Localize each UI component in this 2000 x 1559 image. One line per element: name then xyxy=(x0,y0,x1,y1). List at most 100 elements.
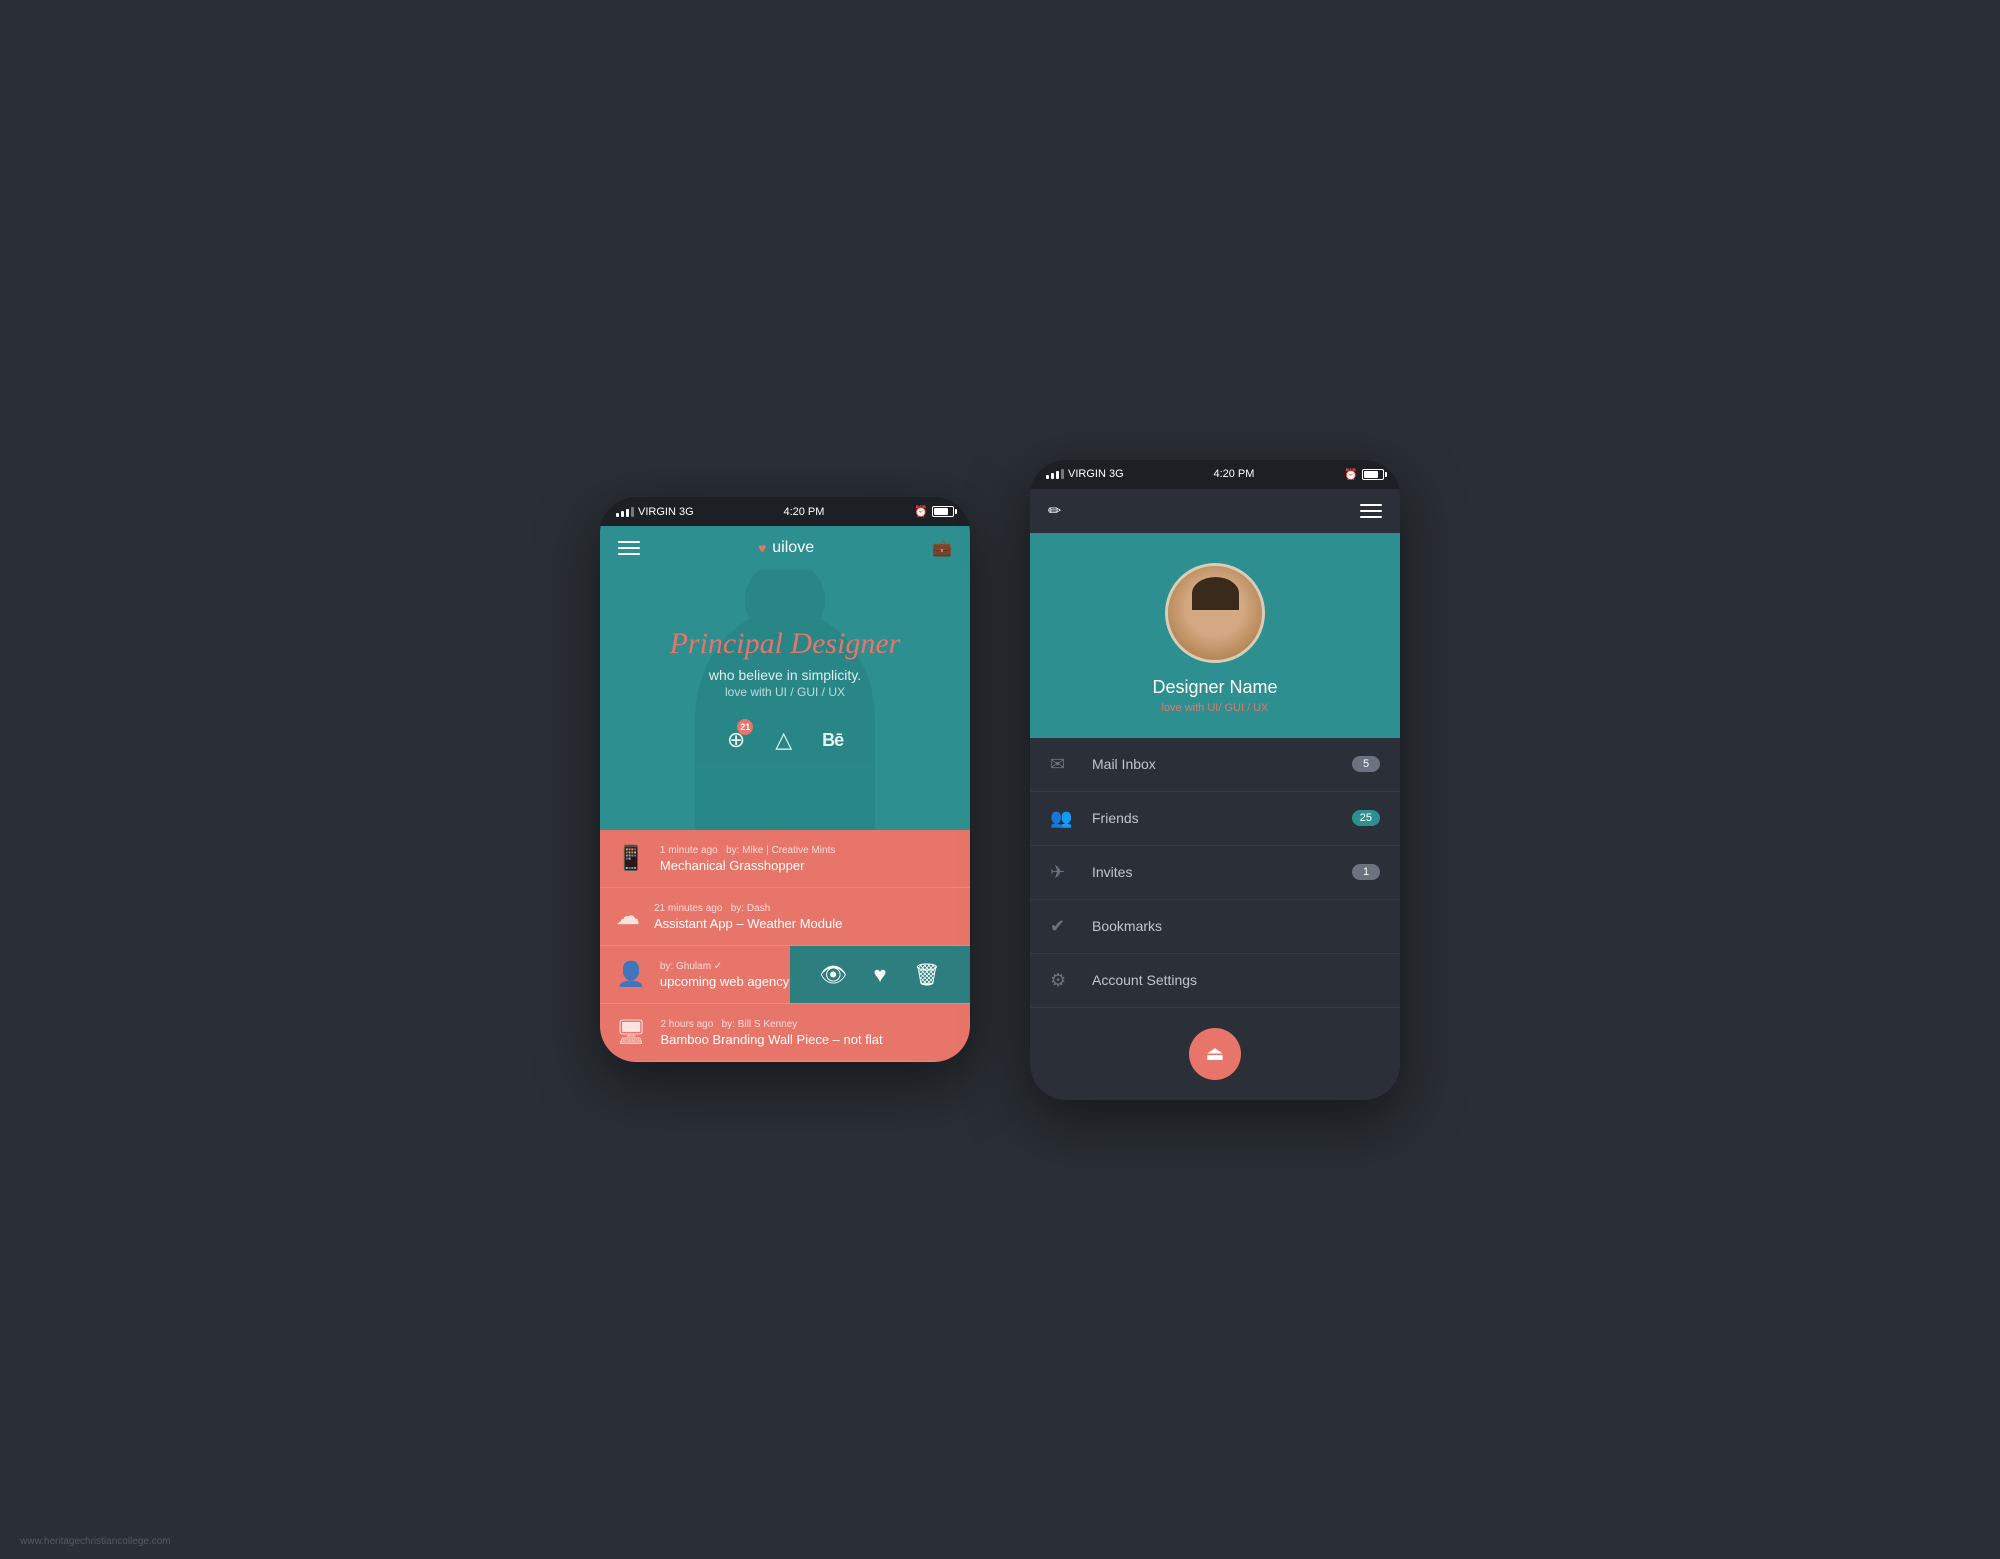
signal-bar xyxy=(1061,469,1064,479)
feed-title-1: Mechanical Grasshopper xyxy=(660,858,954,873)
battery-1 xyxy=(932,506,954,517)
signal-bar xyxy=(1051,473,1054,479)
edit-icon[interactable]: ✏ xyxy=(1048,501,1061,521)
dribbble-icon: ⊕ xyxy=(727,727,745,752)
menu-item-friends[interactable]: 👥 Friends 25 xyxy=(1030,792,1400,846)
hero-title-accent: Designer xyxy=(790,627,900,660)
settings-icon: ⚙ xyxy=(1050,970,1082,991)
status-bar-1: VIRGIN 3G 4:20 PM ⏰ xyxy=(600,497,970,526)
feed-title-4: Bamboo Branding Wall Piece – not flat xyxy=(660,1032,954,1047)
hamburger-icon[interactable] xyxy=(618,541,640,555)
signal-bar xyxy=(1056,471,1059,479)
battery-2 xyxy=(1362,469,1384,480)
logout-icon: ⏏ xyxy=(1206,1041,1225,1066)
profile-tagline: love with UI/ GUI / UX xyxy=(1162,702,1269,714)
feed-item-1[interactable]: 📱 1 minute ago by: Mike | Creative Mints… xyxy=(600,830,970,888)
time-1: 4:20 PM xyxy=(783,506,824,518)
profile-section: Designer Name love with UI/ GUI / UX xyxy=(1030,533,1400,738)
watermark: www.heritagechristiancollege.com xyxy=(20,1536,171,1547)
feed-icon-cloud: ☁ xyxy=(616,902,640,931)
swipe-actions: 👁 ♥ 🗑 xyxy=(790,946,970,1003)
signal-bar xyxy=(616,513,619,517)
feed-item-3[interactable]: 👤 by: Ghulam ✓ upcoming web agency 👁 ♥ 🗑 xyxy=(600,946,970,1004)
feed-list: 📱 1 minute ago by: Mike | Creative Mints… xyxy=(600,830,970,1062)
invites-icon: ✈ xyxy=(1050,862,1082,883)
feed-item-content-4: 2 hours ago by: Bill S Kenney Bamboo Bra… xyxy=(660,1019,954,1047)
signal-bars-1 xyxy=(616,507,634,517)
status-left-1: VIRGIN 3G xyxy=(616,506,694,518)
signal-bar xyxy=(1046,475,1049,479)
phone-1: VIRGIN 3G 4:20 PM ⏰ ♥ uilove 💼 xyxy=(600,497,970,1062)
menu-label-friends: Friends xyxy=(1092,810,1352,826)
avatar xyxy=(1165,563,1265,663)
menu-item-settings[interactable]: ⚙ Account Settings xyxy=(1030,954,1400,1008)
logo-text: uilove xyxy=(772,539,814,557)
sketch-icon-wrap[interactable]: △ xyxy=(775,727,792,753)
signal-bar xyxy=(626,509,629,517)
social-row: 21 ⊕ △ Bē xyxy=(727,713,843,773)
phones-container: VIRGIN 3G 4:20 PM ⏰ ♥ uilove 💼 xyxy=(600,460,1400,1100)
signal-bar xyxy=(631,507,634,517)
menu-label-invites: Invites xyxy=(1092,864,1352,880)
clock-icon: ⏰ xyxy=(914,505,928,518)
avatar-face xyxy=(1168,566,1262,660)
view-action-btn[interactable]: 👁 xyxy=(819,962,847,988)
nav-logo: ♥ uilove xyxy=(758,539,814,557)
feed-item-content-2: 21 minutes ago by: Dash Assistant App – … xyxy=(654,903,954,931)
menu-label-bookmarks: Bookmarks xyxy=(1092,918,1380,934)
menu-item-invites[interactable]: ✈ Invites 1 xyxy=(1030,846,1400,900)
nav-bar-1: ♥ uilove 💼 xyxy=(600,526,970,570)
hero-tagline: love with UI / GUI / UX xyxy=(725,685,845,699)
feed-meta-2: 21 minutes ago by: Dash xyxy=(654,903,954,914)
signal-bar xyxy=(621,511,624,517)
hero-subtitle: who believe in simplicity. xyxy=(709,667,861,683)
status-bar-2: VIRGIN 3G 4:20 PM ⏰ xyxy=(1030,460,1400,489)
hamburger-icon-2[interactable] xyxy=(1360,504,1382,518)
status-right-2: ⏰ xyxy=(1344,468,1384,481)
menu-item-bookmarks[interactable]: ✔ Bookmarks xyxy=(1030,900,1400,954)
behance-icon-wrap[interactable]: Bē xyxy=(822,730,843,751)
delete-action-btn[interactable]: 🗑 xyxy=(913,962,941,988)
bookmarks-icon: ✔ xyxy=(1050,916,1082,937)
dribbble-icon-wrap[interactable]: 21 ⊕ xyxy=(727,727,745,753)
like-action-btn[interactable]: ♥ xyxy=(873,962,886,988)
status-right-1: ⏰ xyxy=(914,505,954,518)
feed-meta-1: 1 minute ago by: Mike | Creative Mints xyxy=(660,845,954,856)
hero-section: Principal Designer who believe in simpli… xyxy=(600,570,970,830)
behance-icon: Bē xyxy=(822,730,843,750)
menu-list: ✉ Mail Inbox 5 👥 Friends 25 ✈ Invites 1 … xyxy=(1030,738,1400,1008)
mail-icon: ✉ xyxy=(1050,754,1082,775)
hero-heading: Principal Designer xyxy=(670,627,901,661)
friends-icon: 👥 xyxy=(1050,808,1082,829)
signal-bars-2 xyxy=(1046,469,1064,479)
feed-item-2[interactable]: ☁ 21 minutes ago by: Dash Assistant App … xyxy=(600,888,970,946)
heart-icon: ♥ xyxy=(758,540,766,556)
feed-meta-4: 2 hours ago by: Bill S Kenney xyxy=(660,1019,954,1030)
mail-badge: 5 xyxy=(1352,756,1380,772)
phone-2: VIRGIN 3G 4:20 PM ⏰ ✏ Designer Name love… xyxy=(1030,460,1400,1100)
friends-badge: 25 xyxy=(1352,810,1380,826)
feed-icon-user: 👤 xyxy=(616,960,646,989)
hero-bg xyxy=(600,570,970,830)
invites-badge: 1 xyxy=(1352,864,1380,880)
status-left-2: VIRGIN 3G xyxy=(1046,468,1124,480)
clock-icon-2: ⏰ xyxy=(1344,468,1358,481)
feed-item-4[interactable]: 🖥 2 hours ago by: Bill S Kenney Bamboo B… xyxy=(600,1004,970,1062)
feed-title-2: Assistant App – Weather Module xyxy=(654,916,954,931)
hero-title: Principal Designer xyxy=(670,627,901,661)
time-2: 4:20 PM xyxy=(1213,468,1254,480)
top-bar-2: ✏ xyxy=(1030,489,1400,533)
menu-item-mail[interactable]: ✉ Mail Inbox 5 xyxy=(1030,738,1400,792)
hero-title-normal: Principal xyxy=(670,627,783,660)
suitcase-icon[interactable]: 💼 xyxy=(932,538,952,558)
profile-name: Designer Name xyxy=(1152,677,1277,698)
phone2-bottom: ⏏ xyxy=(1030,1008,1400,1100)
menu-label-mail: Mail Inbox xyxy=(1092,756,1352,772)
sketch-icon: △ xyxy=(775,727,792,752)
feed-icon-phone: 📱 xyxy=(616,844,646,873)
feed-item-content-1: 1 minute ago by: Mike | Creative Mints M… xyxy=(660,845,954,873)
logout-button[interactable]: ⏏ xyxy=(1189,1028,1241,1080)
carrier-1: VIRGIN 3G xyxy=(638,506,694,518)
feed-icon-screen: 🖥 xyxy=(616,1018,646,1047)
carrier-2: VIRGIN 3G xyxy=(1068,468,1124,480)
